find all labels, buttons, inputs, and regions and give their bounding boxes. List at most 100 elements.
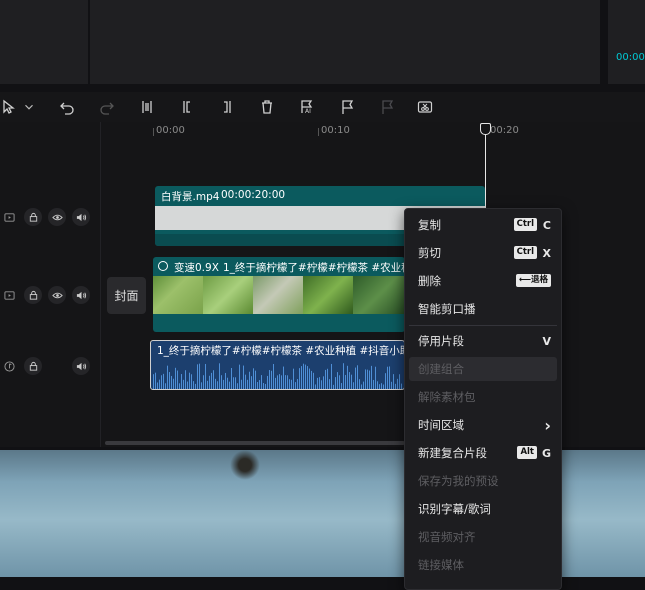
timeline-toolbar: AI — [0, 92, 645, 122]
waveform-bar — [219, 363, 220, 389]
scissors-icon[interactable] — [416, 98, 434, 116]
waveform-bar — [267, 375, 268, 389]
lock-icon[interactable] — [24, 208, 42, 226]
eye-icon[interactable] — [48, 208, 66, 226]
waveform-bar — [239, 364, 240, 389]
trim-right-icon[interactable] — [218, 98, 236, 116]
waveform-bar — [173, 378, 174, 389]
lock-icon[interactable] — [24, 357, 42, 375]
main-video-clip[interactable]: 变速0.9X 1_终于摘柠檬了#柠檬#柠檬茶 #农业种植 — [153, 257, 405, 332]
split-icon[interactable] — [138, 98, 156, 116]
marker-flag-icon[interactable] — [338, 98, 356, 116]
ruler-tick — [153, 128, 154, 136]
preview-panel — [90, 0, 600, 84]
waveform-bar — [225, 372, 226, 389]
menu-label: 链接媒体 — [418, 558, 464, 572]
clip-duration: 00:00:20:00 — [221, 189, 286, 201]
menu-item-disable-clip[interactable]: 停用片段 V — [409, 329, 557, 353]
waveform-bar — [263, 383, 264, 389]
menu-item-av-align[interactable]: 视音频对齐 — [409, 525, 557, 549]
menu-item-cut[interactable]: 剪切 Ctrl X — [409, 241, 557, 265]
waveform-bar — [383, 384, 384, 389]
volume-icon[interactable] — [72, 357, 90, 375]
undo-icon[interactable] — [58, 98, 76, 116]
cover-button[interactable]: 封面 — [107, 277, 146, 314]
waveform-bar — [255, 370, 256, 389]
menu-item-copy[interactable]: 复制 Ctrl C — [409, 213, 557, 237]
waveform-bar — [231, 367, 232, 389]
waveform-bar — [369, 370, 370, 389]
menu-item-save-preset[interactable]: 保存为我的预设 — [409, 469, 557, 493]
waveform-bar — [305, 364, 306, 389]
waveform-bar — [381, 383, 382, 389]
menu-item-unpack[interactable]: 解除素材包 — [409, 385, 557, 409]
trim-left-icon[interactable] — [178, 98, 196, 116]
menu-item-delete[interactable]: 删除 ⟵退格 — [409, 269, 557, 293]
clip-name: 白背景.mp4 — [161, 191, 220, 203]
waveform-bar — [167, 365, 168, 389]
waveform-bar — [323, 376, 324, 389]
menu-item-link-media[interactable]: 链接媒体 — [409, 553, 557, 577]
waveform-bar — [159, 379, 160, 389]
waveform-bar — [319, 377, 320, 389]
video-track-icon — [0, 286, 18, 304]
svg-text:AI: AI — [305, 108, 311, 115]
waveform-bar — [353, 382, 354, 389]
playhead-handle[interactable] — [480, 123, 491, 135]
volume-icon[interactable] — [72, 208, 90, 226]
menu-item-smart-cut[interactable]: 智能剪口播 — [409, 297, 557, 321]
menu-item-time-region[interactable]: 时间区域 › — [409, 413, 557, 437]
shortcut: G — [541, 446, 551, 460]
menu-label: 视音频对齐 — [418, 530, 476, 544]
waveform-bar — [387, 366, 388, 389]
waveform-bar — [289, 379, 290, 389]
waveform-bar — [187, 381, 188, 389]
key-badge: Ctrl — [513, 218, 537, 231]
preview-timecode: 00:00 — [616, 52, 645, 63]
thumbnail — [303, 276, 353, 314]
shortcut: V — [542, 334, 551, 348]
select-cursor-icon[interactable] — [0, 98, 18, 116]
waveform-bar — [169, 372, 170, 389]
waveform-bar — [363, 381, 364, 389]
waveform-bar — [185, 370, 186, 389]
waveform-bar — [257, 382, 258, 389]
menu-item-recognize-captions[interactable]: 识别字幕/歌词 — [409, 497, 557, 521]
eye-icon[interactable] — [48, 286, 66, 304]
audio-clip[interactable]: 1_终于摘柠檬了#柠檬#柠檬茶 #农业种植 #抖音小助手 # — [150, 340, 405, 390]
menu-item-create-group[interactable]: 创建组合 — [409, 357, 557, 381]
cover-label: 封面 — [114, 289, 139, 303]
menu-separator — [409, 325, 557, 326]
waveform-bar — [211, 372, 212, 389]
lock-icon[interactable] — [24, 286, 42, 304]
waveform-bar — [213, 370, 214, 389]
auto-caption-flag-icon[interactable]: AI — [298, 98, 316, 116]
waveform-bar — [265, 383, 266, 389]
waveform-bar — [365, 369, 366, 389]
waveform-bar — [367, 369, 368, 389]
waveform-bar — [349, 372, 350, 389]
waveform-bar — [299, 368, 300, 389]
waveform-bar — [245, 374, 246, 389]
menu-item-new-compound[interactable]: 新建复合片段 Alt G — [409, 441, 557, 465]
waveform-bar — [401, 383, 402, 389]
redo-icon[interactable] — [98, 98, 116, 116]
waveform-bar — [237, 383, 238, 389]
waveform-bar — [189, 372, 190, 389]
delete-icon[interactable] — [258, 98, 276, 116]
waveform-bar — [199, 363, 200, 389]
time-ruler[interactable]: 00:00 00:10 00:20 — [100, 122, 645, 140]
volume-icon[interactable] — [72, 286, 90, 304]
audio-waveform — [153, 363, 402, 389]
waveform-bar — [181, 374, 182, 389]
marker-disabled-icon[interactable] — [378, 98, 396, 116]
menu-label: 删除 — [418, 274, 441, 288]
chevron-down-icon[interactable] — [22, 98, 36, 116]
timeline-scrollbar[interactable] — [105, 441, 405, 445]
waveform-bar — [235, 377, 236, 389]
waveform-bar — [325, 369, 326, 389]
key-badge: ⟵退格 — [515, 274, 551, 287]
waveform-bar — [201, 382, 202, 389]
waveform-bar — [155, 372, 156, 389]
menu-label: 时间区域 — [418, 418, 464, 432]
